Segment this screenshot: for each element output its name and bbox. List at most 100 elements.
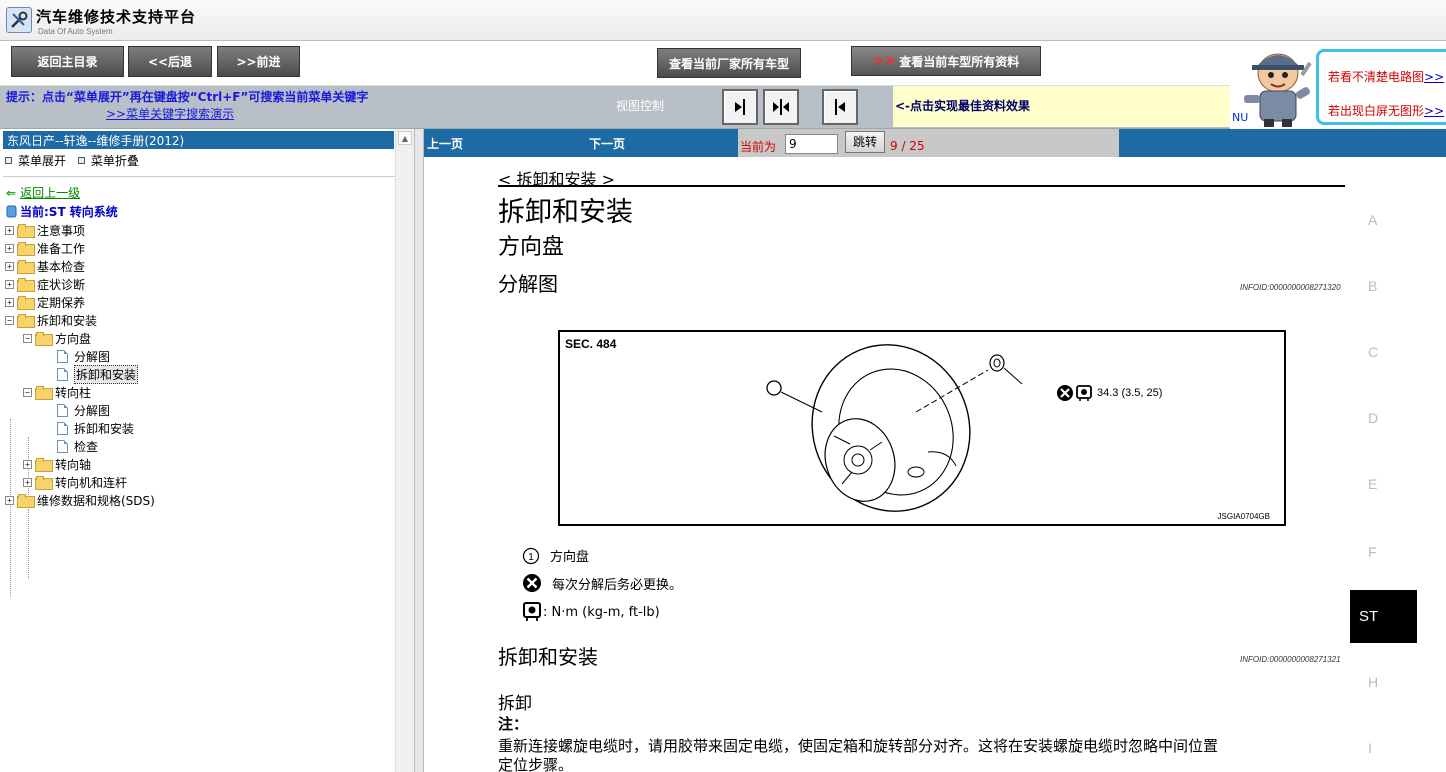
tree-item-label: 维修数据和规格(SDS) — [37, 493, 155, 508]
banner-line-blank[interactable]: 若出现白屏无图形>> — [1328, 102, 1444, 119]
tree-item-wheel-removal[interactable]: 拆卸和安装 — [57, 364, 139, 384]
open-folder-icon — [35, 386, 53, 400]
model-all-data-button[interactable]: >> 查看当前车型所有资料 — [851, 46, 1041, 76]
view-split-button[interactable] — [763, 89, 799, 125]
view-control-label: 视图控制 — [616, 99, 665, 113]
removal-subheading: 拆卸 — [498, 694, 532, 714]
maker-models-button[interactable]: 查看当前厂家所有车型 — [657, 48, 801, 78]
legend-text: 每次分解后务必更换。 — [552, 577, 683, 593]
tree-item-steering-wheel[interactable]: − 方向盘 — [23, 329, 91, 347]
plus-box-icon: + — [5, 225, 14, 235]
section-index-i[interactable]: I — [1368, 740, 1372, 756]
tree-item-label: 转向柱 — [55, 385, 92, 400]
title-bar: 汽车维修技术支持平台 Data Of Auto System — [0, 0, 1446, 41]
legend-text: 方向盘 — [550, 550, 590, 565]
tree-item-label: 转向轴 — [55, 457, 92, 472]
scroll-up-icon[interactable]: ▲ — [398, 131, 412, 145]
model-button-label: 查看当前车型所有资料 — [899, 54, 1020, 69]
tree-item-column-exploded[interactable]: 分解图 — [57, 401, 110, 419]
tree-item-column-inspection[interactable]: 检查 — [57, 437, 98, 455]
section-index-st-active[interactable]: ST — [1350, 590, 1417, 643]
menu-expand-button[interactable]: 菜单展开 — [5, 154, 66, 168]
tree-item-service-data-sds[interactable]: + 维修数据和规格(SDS) — [5, 491, 155, 509]
tree-item-steering-column[interactable]: − 转向柱 — [23, 383, 91, 401]
tree-item-steering-gear-linkage[interactable]: + 转向机和连杆 — [23, 473, 127, 491]
folder-icon — [17, 224, 35, 238]
plus-box-icon: + — [5, 279, 14, 289]
page-number-input[interactable] — [785, 134, 838, 154]
plus-box-icon: + — [23, 459, 32, 469]
exploded-view-figure: SEC. 484 34.3 (3.5, 25) JSGIA0704GB — [558, 330, 1286, 526]
view-expand-left-button[interactable] — [822, 89, 858, 125]
document-icon — [57, 439, 68, 453]
folder-icon — [17, 278, 35, 292]
folder-icon — [17, 260, 35, 274]
tree-item-label-selected: 拆卸和安装 — [74, 364, 139, 384]
section-index-h[interactable]: H — [1368, 674, 1378, 690]
folder-icon — [17, 494, 35, 508]
view-expand-right-button[interactable] — [722, 89, 758, 125]
section-index-a[interactable]: A — [1368, 212, 1377, 228]
main-toolbar: 返回主目录 <<后退 >>前进 查看当前厂家所有车型 >> 查看当前车型所有资料 — [0, 41, 1230, 86]
section-index-b[interactable]: B — [1368, 278, 1377, 294]
jump-button[interactable]: 跳转 — [845, 131, 885, 153]
menu-scrollbar[interactable]: ▲ — [395, 129, 414, 772]
section-index-c[interactable]: C — [1368, 344, 1378, 360]
hint-bar: 提示：点击“菜单展开”再在键盘按“Ctrl+F”可搜索当前菜单关键字 >>菜单关… — [0, 86, 1230, 129]
document-view: < 拆卸和安装 > 拆卸和安装 方向盘 分解图 INFOID:000000000… — [424, 157, 1446, 772]
tree-item-wheel-exploded[interactable]: 分解图 — [57, 347, 110, 365]
tree-item-column-removal[interactable]: 拆卸和安装 — [57, 419, 134, 437]
plus-box-icon: + — [23, 477, 32, 487]
banner-line-circuit[interactable]: 若看不清楚电路图>> — [1328, 68, 1444, 85]
document-icon — [57, 403, 68, 417]
app-title: 汽车维修技术支持平台 — [36, 8, 197, 26]
tree-item-periodic-maintenance[interactable]: + 定期保养 — [5, 293, 85, 311]
tree-item-label: 转向机和连杆 — [55, 475, 128, 490]
back-button[interactable]: <<后退 — [128, 46, 212, 77]
section-index-f[interactable]: F — [1368, 544, 1377, 560]
tree-item-precautions[interactable]: + 注意事项 — [5, 221, 85, 239]
doc-rule — [498, 185, 1345, 187]
tree-item-label: 拆卸和安装 — [37, 313, 98, 328]
tree-item-removal-installation[interactable]: − 拆卸和安装 — [5, 311, 97, 329]
banner-line-blank-text: 若出现白屏无图形 — [1328, 104, 1425, 118]
tree-item-steering-shaft[interactable]: + 转向轴 — [23, 455, 91, 473]
tree-item-label: 基本检查 — [37, 259, 86, 274]
document-icon — [57, 421, 68, 435]
next-page-link[interactable]: 下一页 — [589, 135, 625, 152]
search-hint-text: 提示：点击“菜单展开”再在键盘按“Ctrl+F”可搜索当前菜单关键字 — [6, 90, 369, 104]
section-index-e[interactable]: E — [1368, 476, 1377, 492]
banner-line-circuit-link[interactable]: >> — [1424, 70, 1444, 84]
forward-button[interactable]: >>前进 — [217, 46, 300, 77]
tree-item-basic-inspection[interactable]: + 基本检查 — [5, 257, 85, 275]
tree-item-symptom-diagnosis[interactable]: + 症状诊断 — [5, 275, 85, 293]
note-paragraph-cont: 定位步骤。 — [498, 756, 574, 772]
back-up-link[interactable]: ⇐ 返回上一级 — [6, 184, 80, 201]
tree-item-preparation[interactable]: + 准备工作 — [5, 239, 85, 257]
folder-icon — [35, 476, 53, 490]
menu-expand-label: 菜单展开 — [18, 154, 67, 168]
arrow-right-bar-icon — [735, 99, 745, 115]
folder-icon — [17, 242, 35, 256]
legend-item-wheel: 1 方向盘 — [522, 546, 589, 565]
minus-box-icon: − — [23, 387, 32, 397]
tree-item-label: 准备工作 — [37, 241, 86, 256]
menu-collapse-button[interactable]: 菜单折叠 — [77, 154, 139, 168]
collapse-square-icon — [77, 157, 85, 164]
best-effect-hint[interactable]: <-点击实现最佳资料效果 — [893, 86, 1230, 127]
banner-line-blank-link[interactable]: >> — [1424, 104, 1444, 118]
callout-1-icon: 1 — [522, 547, 540, 564]
prev-page-link[interactable]: 上一页 — [427, 135, 463, 152]
document-icon — [57, 349, 68, 363]
home-button[interactable]: 返回主目录 — [11, 46, 124, 77]
tree-item-label: 分解图 — [74, 403, 111, 418]
torque-callout: 34.3 (3.5, 25) — [1056, 384, 1162, 402]
menu-divider — [3, 176, 395, 177]
replace-torque-icons — [1057, 385, 1092, 401]
legend-item-replace: 每次分解后务必更换。 — [522, 573, 682, 593]
steering-wheel-drawing — [766, 344, 1023, 512]
current-page-label: 当前为 — [740, 140, 777, 154]
search-demo-link[interactable]: >>菜单关键字搜索演示 — [106, 105, 234, 122]
section-index-d[interactable]: D — [1368, 410, 1378, 426]
pane-splitter[interactable] — [415, 129, 424, 772]
